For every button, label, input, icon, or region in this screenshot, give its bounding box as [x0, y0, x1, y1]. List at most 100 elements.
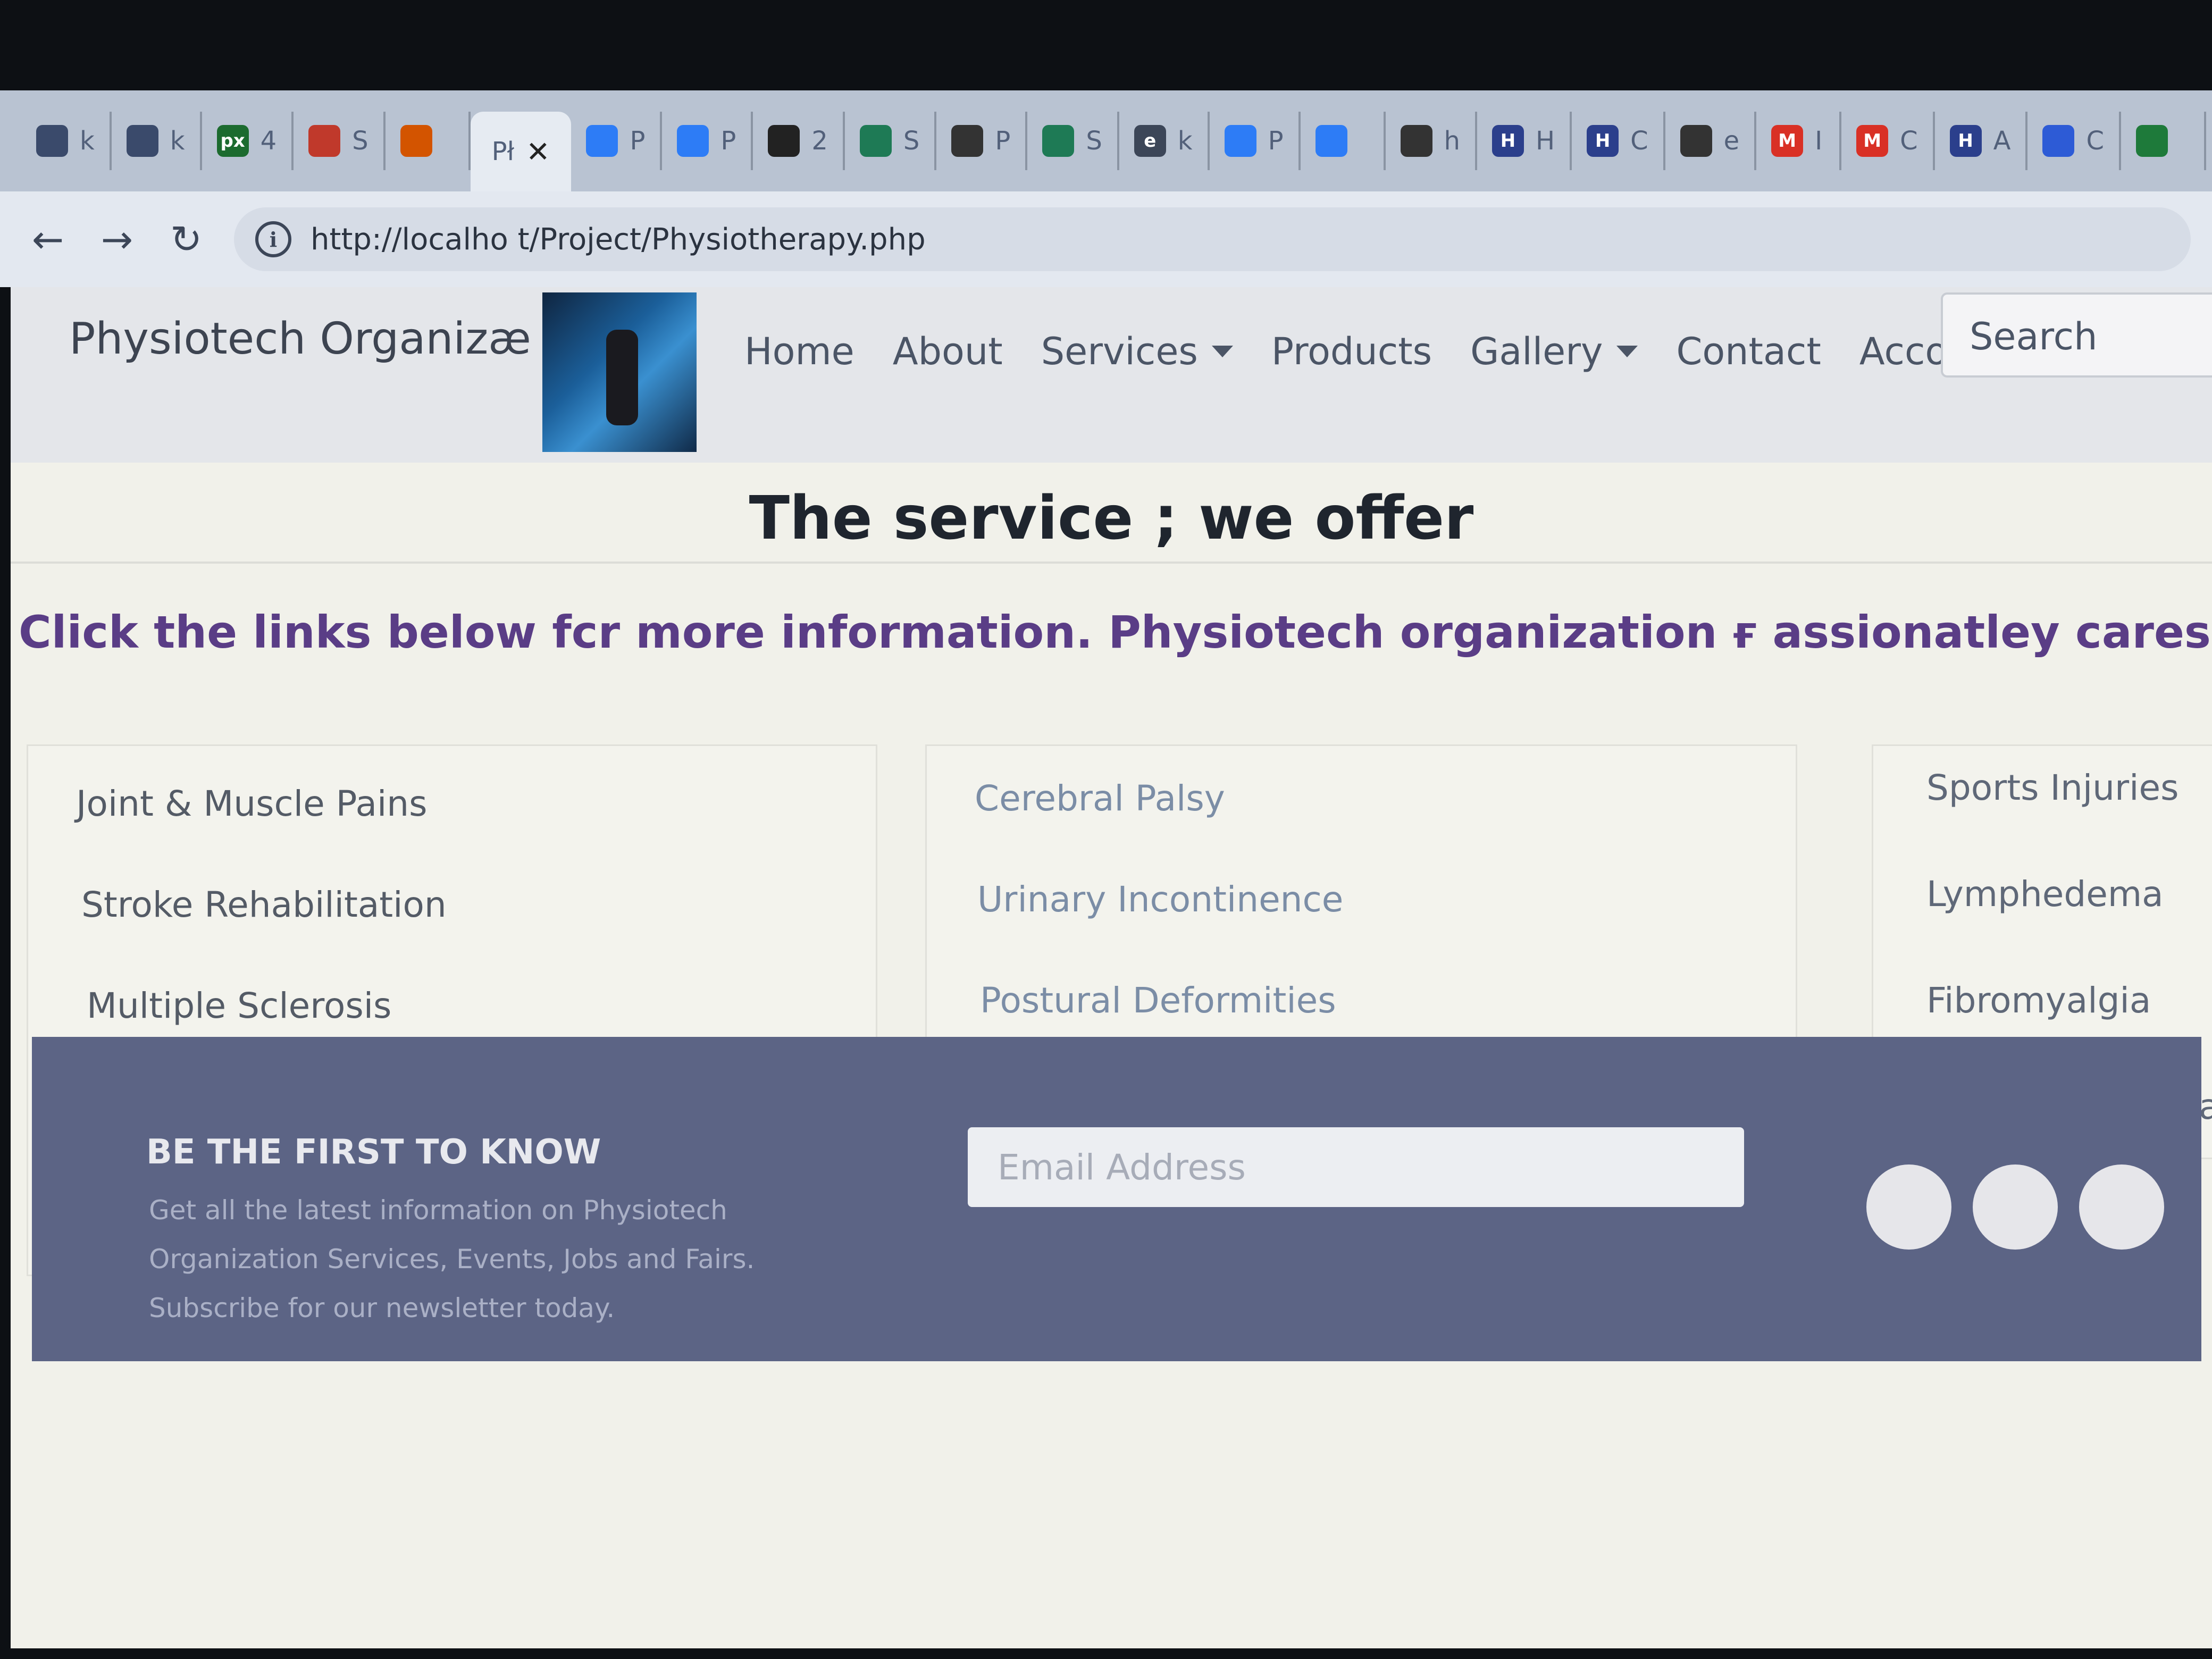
- social-links: [1866, 1164, 2164, 1250]
- browser-tab-label: H: [1535, 126, 1555, 156]
- nav-item-label: Services: [1041, 330, 1198, 373]
- edge-icon: e: [1134, 125, 1166, 157]
- browser-tab[interactable]: k: [112, 112, 202, 170]
- codepen-icon: [36, 125, 68, 157]
- browser-tab[interactable]: 2: [753, 112, 845, 170]
- browser-tab[interactable]: HH: [1477, 112, 1572, 170]
- nav-item-products[interactable]: Products: [1271, 330, 1432, 373]
- browser-tab-label: I: [1815, 126, 1823, 156]
- px-icon: px: [216, 125, 249, 157]
- service-link[interactable]: Joint & Muscle Pains: [76, 783, 428, 824]
- browser-tab[interactable]: [1301, 112, 1386, 170]
- browser-tab[interactable]: [386, 112, 471, 170]
- nav-item-label: Home: [744, 330, 854, 373]
- browser-tab[interactable]: P: [662, 112, 753, 170]
- browser-tab-label: h: [1444, 126, 1460, 156]
- browser-tab[interactable]: HA: [1935, 112, 2028, 170]
- browser-tab[interactable]: S: [845, 112, 937, 170]
- nav-item-gallery[interactable]: Gallery: [1470, 330, 1638, 373]
- globe-icon: [1680, 125, 1712, 157]
- service-link[interactable]: Fibromyalgia: [1926, 980, 2151, 1021]
- url-text[interactable]: http://localho t/Project/Physiotherapy.p…: [311, 222, 926, 257]
- email-field[interactable]: [968, 1127, 1744, 1207]
- intro-text: Click the links below fcr more informati…: [19, 606, 2212, 658]
- browser-tab-label: C: [1900, 126, 1918, 156]
- browser-tab-label: P: [630, 126, 646, 156]
- nav-item-label: Products: [1271, 330, 1432, 373]
- nav-item-contact[interactable]: Contact: [1676, 330, 1821, 373]
- browser-tab[interactable]: [2121, 112, 2206, 170]
- info-icon[interactable]: i: [255, 221, 291, 257]
- zoom-icon: [1315, 125, 1347, 157]
- newsletter-description: Get all the latest information on Physio…: [149, 1195, 755, 1323]
- search-input[interactable]: Search: [1941, 292, 2212, 378]
- browser-tab-label: k: [170, 126, 185, 156]
- forward-arrow-icon[interactable]: →: [96, 217, 138, 262]
- diamond-icon: [859, 125, 892, 157]
- browser-tab[interactable]: P: [1210, 112, 1301, 170]
- h-icon: H: [1492, 125, 1524, 157]
- browser-tab-label: k: [80, 126, 95, 156]
- browser-tab[interactable]: k: [21, 112, 112, 170]
- browser-tab-label: C: [2086, 126, 2104, 156]
- browser-tab-label: P: [720, 126, 736, 156]
- main-menu: Home About Services Products Gallery Contact A…: [744, 330, 2045, 373]
- github-icon: [768, 125, 800, 157]
- nav-item-home[interactable]: Home: [744, 330, 854, 373]
- browser-tab[interactable]: P: [571, 112, 663, 170]
- zoom-icon: [677, 125, 709, 157]
- service-link[interactable]: Multiple Sclerosis: [87, 985, 391, 1026]
- circle-icon: [2135, 125, 2168, 157]
- browser-tab[interactable]: MI: [1756, 112, 1842, 170]
- nav-item-label: Gallery: [1470, 330, 1603, 373]
- browser-tab[interactable]: Pł ✕: [470, 112, 572, 191]
- diamond-icon: [1042, 125, 1075, 157]
- browser-tab-label: P: [995, 126, 1011, 156]
- h-icon: H: [1949, 125, 1982, 157]
- browser-tab-label: e: [1723, 126, 1740, 156]
- power-icon: [2042, 125, 2075, 157]
- browser-tab[interactable]: e: [1665, 112, 1757, 170]
- browser-tab-label: 2: [811, 126, 828, 156]
- browser-tab[interactable]: S: [1027, 112, 1119, 170]
- browser-tab[interactable]: P: [936, 112, 1028, 170]
- caret-down-icon: [1211, 346, 1233, 357]
- newsletter-title: BE THE FIRST TO KNOW: [146, 1133, 601, 1172]
- address-bar[interactable]: i http://localho t/Project/Physiotherapy…: [234, 207, 2191, 271]
- browser-toolbar: ← → ↻ i http://localho t/Project/Physiot…: [0, 191, 2212, 287]
- h-icon: H: [1587, 125, 1619, 157]
- browser-tab-label: 4: [260, 126, 277, 156]
- browser-tab-strip: k k px 4 S Pł ✕ P P 2 S P Se k Ph H H H Ce M I M C H A C: [0, 90, 2212, 191]
- service-link[interactable]: Sports Injuries: [1926, 767, 2179, 808]
- codepen-icon: [126, 125, 158, 157]
- close-tab-icon[interactable]: ✕: [526, 135, 550, 169]
- nav-item-label: Contact: [1676, 330, 1821, 373]
- zoom-icon: [586, 125, 618, 157]
- reload-icon[interactable]: ↻: [165, 217, 207, 262]
- nav-item-label: About: [892, 330, 1003, 373]
- social-icon[interactable]: [2079, 1164, 2164, 1250]
- browser-tab[interactable]: S: [294, 112, 386, 170]
- social-icon[interactable]: [1866, 1164, 1951, 1250]
- service-link[interactable]: Urinary Incontinence: [977, 879, 1343, 920]
- browser-tab[interactable]: ek: [1119, 112, 1210, 170]
- service-link[interactable]: Postural Deformities: [980, 980, 1336, 1021]
- service-link[interactable]: Lymphedema: [1926, 874, 2164, 915]
- browser-tab[interactable]: MC: [1841, 112, 1935, 170]
- nav-item-about[interactable]: About: [893, 330, 1003, 373]
- browser-tab-label: S: [903, 126, 920, 156]
- nav-item-services[interactable]: Services: [1041, 330, 1233, 373]
- social-icon[interactable]: [1973, 1164, 2058, 1250]
- browser-tab-label: S: [352, 126, 368, 156]
- browser-tab[interactable]: HC: [1572, 112, 1665, 170]
- back-arrow-icon[interactable]: ←: [27, 217, 69, 262]
- service-link[interactable]: Stroke Rehabilitation: [81, 884, 447, 925]
- browser-tab[interactable]: h: [1386, 112, 1477, 170]
- browser-tab[interactable]: C: [2027, 112, 2121, 170]
- globe-icon: [1400, 125, 1432, 157]
- browser-tab[interactable]: px 4: [202, 112, 294, 170]
- page-title: The service ; we offer: [11, 463, 2212, 564]
- newsletter-footer: BE THE FIRST TO KNOW Get all the latest …: [32, 1037, 2201, 1361]
- service-link[interactable]: Cerebral Palsy: [975, 778, 1225, 819]
- flame-icon: [400, 125, 432, 157]
